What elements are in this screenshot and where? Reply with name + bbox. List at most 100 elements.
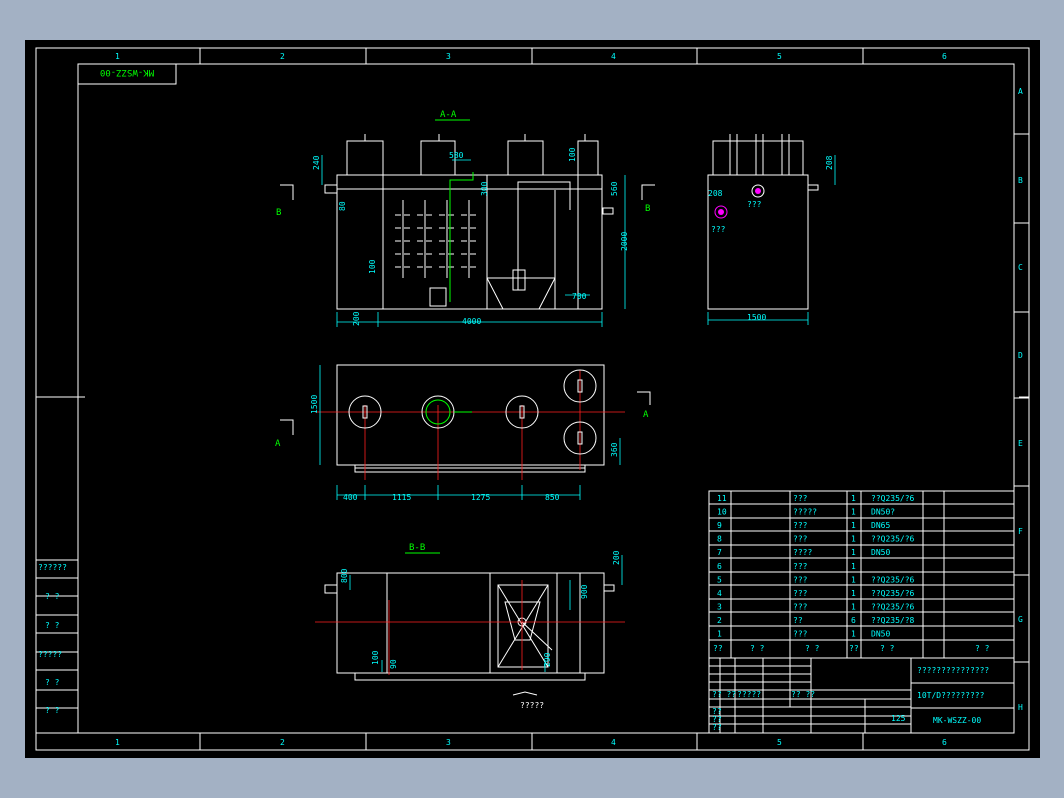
bom-row-name: ??? [793,535,808,544]
section-aa-title: A-A [440,110,457,120]
left-stamp-1: ? ? [45,592,60,601]
grid-col-4: 4 [611,52,616,61]
title-row-label-0: ?? ?? [712,690,736,699]
grid-col-1-bottom: 1 [115,738,120,747]
plan-view: 400 1115 1275 850 1500 360 A A [275,364,651,502]
bom-row-name: ??? [793,521,808,530]
grid-col-3-bottom: 3 [446,738,451,747]
section-bb-view: B-B 200 800 900 100 90 290 ????? [315,543,625,710]
dim-bb-290: 290 [543,652,552,667]
bom-row-no: 3 [717,602,722,611]
title-scale: 125 [891,714,906,723]
dim-plan-400: 400 [343,493,358,502]
left-stamp-2: ? ? [45,621,60,630]
title-block: ??????????????? 10T/D????????? MK-WSZZ-0… [708,657,1015,734]
dim-aa-700: 700 [572,292,587,301]
bom-row-qty: 1 [851,535,856,544]
bom-row-material: ??Q235/?6 [871,575,915,584]
bom-row-qty: 1 [851,562,856,571]
dim-aa-200: 200 [352,311,361,326]
section-aa-view: A-A 200 4000 2000 240 580 100 300 560 80… [276,110,655,327]
grid-col-2: 2 [280,52,285,61]
grid-row-a: A [1018,87,1023,96]
bom-row-no: 4 [717,589,722,598]
bom-row-qty: 1 [851,521,856,530]
bom-row-qty: 1 [851,589,856,598]
cut-b-right: B [645,204,650,214]
bom-row-material: ??Q235/?6 [871,602,915,611]
bom-row-qty: 1 [851,508,856,517]
side-note-2: ??? [711,225,726,234]
side-view: ??? ??? 1500 208 208 [707,134,836,325]
bom-row-no: 10 [717,508,727,517]
dim-aa-580: 580 [449,151,464,160]
dim-plan-1275: 1275 [471,493,490,502]
left-stamp-4: ? ? [45,678,60,687]
cad-drawing: 1 2 3 4 5 6 1 2 3 4 5 6 A B C D E F G H [35,47,1030,751]
grid-col-6: 6 [942,52,947,61]
grid-col-6-bottom: 6 [942,738,947,747]
bom-row-qty: 1 [851,575,856,584]
bom-table [708,490,1015,659]
grid-row-g: G [1018,615,1023,624]
grid-col-2-bottom: 2 [280,738,285,747]
dim-side-208b: 208 [708,189,723,198]
title-drawing-no: MK-WSZZ-00 [933,716,981,725]
dim-plan-1500: 1500 [310,395,319,414]
title-company: ??????????????? [917,666,989,675]
grid-col-1: 1 [115,52,120,61]
dim-aa-2000: 2000 [620,232,629,251]
bom-row-material: DN50 [871,548,890,557]
bb-caption: ????? [520,701,544,710]
bom-row-name: ??? [793,562,808,571]
dim-aa-240: 240 [312,155,321,170]
top-label-text: MK-WSZZ-00 [100,67,154,77]
bom-row-no: 8 [717,535,722,544]
dim-bb-90: 90 [389,659,398,669]
grid-col-5: 5 [777,52,782,61]
dim-aa-4000: 4000 [462,317,481,326]
bom-header-remark: ? ? [975,644,990,653]
bom-row-name: ????? [793,508,817,517]
grid-col-5-bottom: 5 [777,738,782,747]
bom-row-name: ???? [793,548,812,557]
title-row-label-1: ????? [737,690,761,699]
bom-row-qty: 1 [851,630,856,639]
bom-header: ?? ? ? ? ? ?? ? ? ? ? [713,644,990,653]
bom-row-name: ??? [793,630,808,639]
bom-row-name: ??? [793,575,808,584]
title-drawing-name: 10T/D????????? [917,691,985,700]
dim-bb-200: 200 [612,550,621,565]
bom-row-no: 5 [717,575,722,584]
side-note-1: ??? [747,200,762,209]
left-stamp-0: ?????? [38,563,67,572]
title-row-label-2: ?? ?? [791,690,815,699]
bom-row-qty: 1 [851,494,856,503]
dim-aa-560: 560 [610,181,619,196]
dim-bb-800: 800 [340,568,349,583]
right-grid: A B C D E F G H [1014,87,1029,712]
title-row-label-5: ?? [712,723,722,732]
left-stamp-3: ????? [38,650,62,659]
top-grid: 1 2 3 4 5 6 [115,48,947,64]
bom-row-material: ??Q235/?8 [871,616,915,625]
dim-aa-300: 300 [480,181,489,196]
left-stamp-column: ?????? ? ? ? ? ????? ? ? ? ? [35,559,79,734]
bom-header-qty: ?? [849,644,859,653]
bom-row-name: ??? [793,589,808,598]
bom-row-name: ??? [793,494,808,503]
dim-bb-100: 100 [371,650,380,665]
bom-row-no: 6 [717,562,722,571]
bom-header-no: ?? [713,644,723,653]
cut-a-left: A [275,439,281,449]
grid-col-4-bottom: 4 [611,738,616,747]
bom-row-material: DN65 [871,521,890,530]
bom-row-material: DN50? [871,508,895,517]
grid-row-d: D [1018,351,1023,360]
drawing-sheet: 1 2 3 4 5 6 1 2 3 4 5 6 A B C D E F G H [25,40,1040,758]
bom-row-no: 2 [717,616,722,625]
bom-row-no: 1 [717,630,722,639]
bom-row-qty: 1 [851,548,856,557]
dim-aa-100b: 100 [368,259,377,274]
dim-side-1500: 1500 [747,313,766,322]
